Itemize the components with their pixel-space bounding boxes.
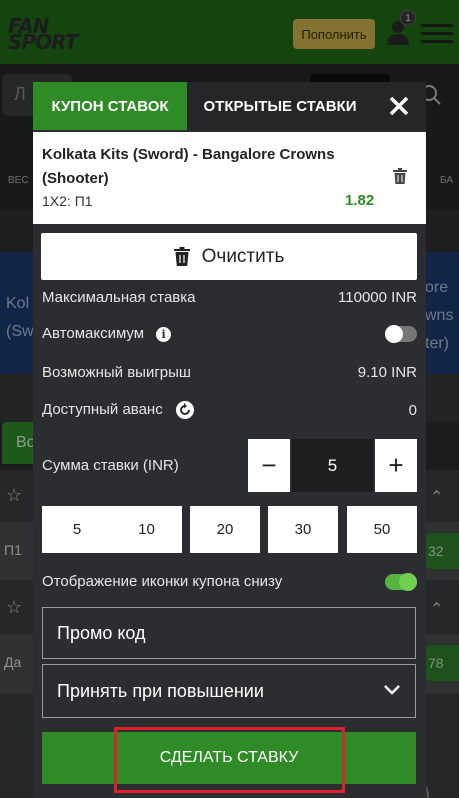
max-stake-value: 110000 INR [338,289,417,306]
clear-coupon-button[interactable]: Очистить [41,233,417,280]
bet-event-title: Kolkata Kits (Sword) - Bangalore Crowns … [42,146,335,187]
tab-open-bets[interactable]: ОТКРЫТЫЕ СТАВКИ [190,82,370,130]
refresh-icon[interactable] [175,400,195,420]
stake-input[interactable]: 5 [292,439,373,492]
bet-coupon-modal: КУПОН СТАВОК ОТКРЫТЫЕ СТАВКИ Kolkata Kit… [33,82,426,798]
stake-amount-label: Сумма ставки (INR) [42,457,179,474]
automax-label: Автомаксимум [42,325,145,342]
advance-label: Доступный аванс [42,400,163,418]
possible-win-label: Возможный выигрыш [42,364,191,381]
quick-stake-button[interactable]: 5 [42,506,112,553]
trash-icon [173,247,190,266]
quick-stake-button[interactable]: 50 [347,506,417,553]
decrease-stake-button[interactable]: − [248,439,290,492]
max-stake-label: Максимальная ставка [42,289,196,306]
bet-market: 1X2: П1 [42,193,93,209]
possible-win-value: 9.10 INR [357,364,417,381]
bet-odd: 1.82 [345,192,375,209]
coupon-tabs: КУПОН СТАВОК ОТКРЫТЫЕ СТАВКИ [33,82,426,130]
possible-win-row: Возможный выигрыш 9.10 INR [42,364,417,381]
stake-stepper: − 5 + [248,439,417,492]
close-icon[interactable] [386,93,412,119]
advance-row: Доступный аванс 0 [42,400,417,420]
bet-selection-card: Kolkata Kits (Sword) - Bangalore Crowns … [33,132,426,224]
show-coupon-icon-row: Отображение иконки купона снизу [42,572,417,591]
automax-row: Автомаксимум i [42,324,417,343]
accept-odds-label: Принять при повышении [57,681,264,701]
clear-coupon-label: Очистить [201,245,285,267]
tab-bet-coupon[interactable]: КУПОН СТАВОК [33,82,187,130]
show-coupon-icon-label: Отображение иконки купона снизу [42,573,283,590]
chevron-down-icon [384,685,400,695]
quick-stake-button[interactable]: 10 [111,506,182,553]
place-bet-highlight [114,727,345,793]
show-coupon-icon-toggle[interactable] [385,572,417,591]
info-icon[interactable]: i [156,326,172,342]
automax-toggle[interactable] [385,324,417,343]
advance-value: 0 [408,401,417,419]
quick-stake-row: 5 10 20 30 50 [42,506,417,553]
increase-stake-button[interactable]: + [375,439,417,492]
trash-icon[interactable] [393,168,407,184]
quick-stake-button[interactable]: 20 [190,506,260,553]
max-stake-row: Максимальная ставка 110000 INR [42,289,417,306]
promo-code-input[interactable]: Промо код [42,607,416,659]
quick-stake-button[interactable]: 30 [268,506,338,553]
accept-odds-select[interactable]: Принять при повышении [42,664,416,718]
